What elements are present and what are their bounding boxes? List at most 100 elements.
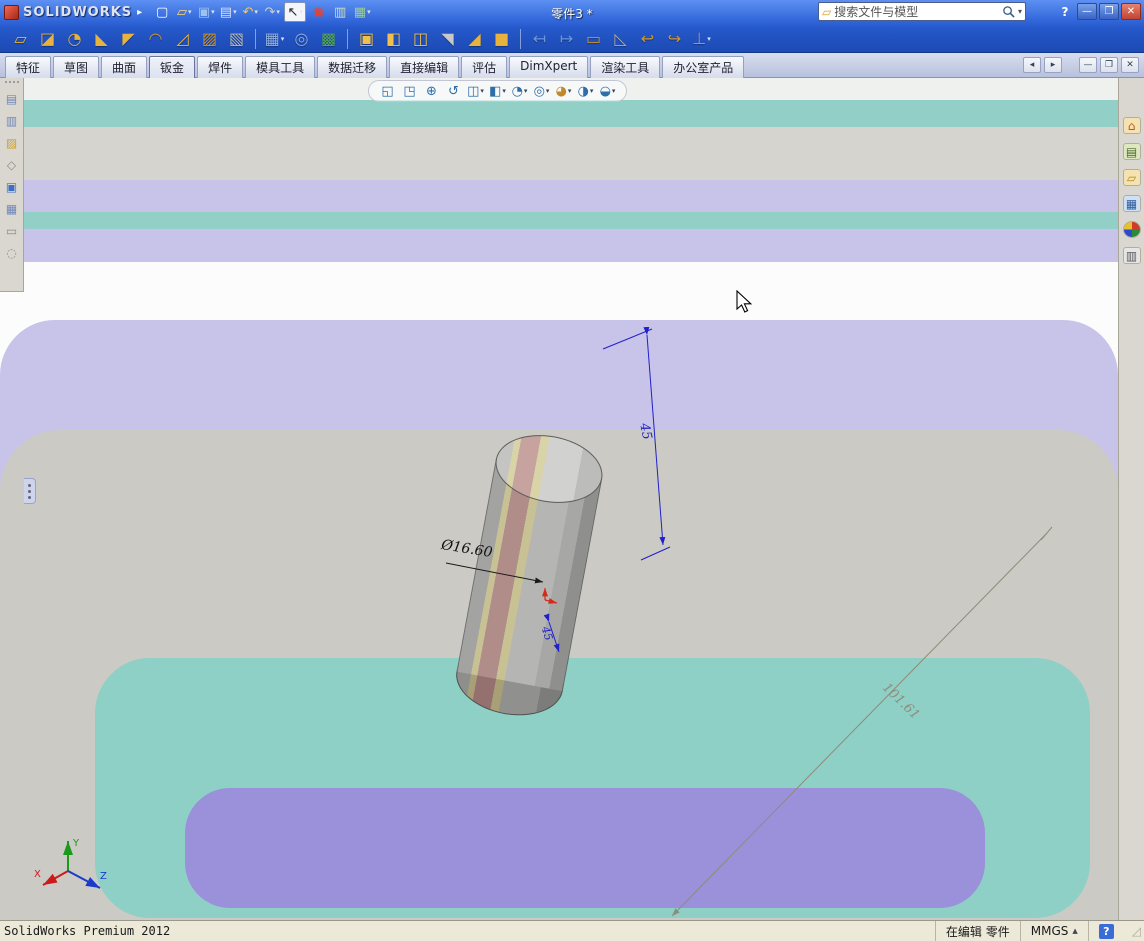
tab-特征[interactable]: 特征 — [5, 56, 52, 79]
display-style-dropdown[interactable]: ▾ — [524, 87, 528, 95]
print-dropdown[interactable]: ▾ — [233, 8, 237, 16]
forming-tool[interactable]: ▣ — [354, 27, 379, 52]
tab-数据迁移[interactable]: 数据迁移 — [317, 56, 388, 79]
document-close[interactable]: ✕ — [1121, 57, 1139, 73]
help-button[interactable]: ? — [1055, 3, 1075, 20]
document-restore[interactable]: ❐ — [1100, 57, 1118, 73]
file-explorer[interactable]: ▱ — [1120, 166, 1144, 189]
tab-直接编辑[interactable]: 直接编辑 — [389, 56, 460, 79]
rotate-view[interactable]: ↺ — [444, 82, 463, 101]
left-toolbar-tool-5[interactable]: ▣ — [2, 177, 22, 196]
tab-DimXpert[interactable]: DimXpert — [509, 56, 589, 79]
section-view-dropdown[interactable]: ▾ — [480, 87, 484, 95]
close-button[interactable]: ✕ — [1121, 3, 1141, 20]
left-toolbar-tool-6[interactable]: ▦ — [2, 199, 22, 218]
jog[interactable]: ◿ — [170, 27, 195, 52]
left-toolbar-tool-1[interactable]: ▤ — [2, 89, 22, 108]
file-properties[interactable]: ▥ — [330, 2, 350, 22]
save[interactable]: ▣ ▾ — [196, 2, 216, 22]
flatten[interactable]: ▭ — [581, 27, 606, 52]
table-dropdown[interactable]: ▾ — [367, 8, 371, 16]
zoom-to-fit[interactable]: ◱ — [378, 82, 397, 101]
solidworks-resources[interactable]: ⌂ — [1120, 114, 1144, 137]
rebuild[interactable]: ◉ — [308, 2, 328, 22]
closed-corner[interactable]: ■ — [489, 27, 514, 52]
hide-show-items-dropdown[interactable]: ▾ — [546, 87, 550, 95]
left-toolbar-tool-8[interactable]: ◌ — [2, 243, 22, 262]
view-orientation-dropdown[interactable]: ▾ — [502, 87, 506, 95]
pane-scroll-left[interactable]: ◂ — [1023, 57, 1041, 73]
tab-曲面[interactable]: 曲面 — [101, 56, 148, 79]
minimize-button[interactable]: — — [1077, 3, 1097, 20]
base-flange[interactable]: ▱ — [8, 27, 33, 52]
left-toolbar-tool-2[interactable]: ▥ — [2, 111, 22, 130]
convert-to-sheet-metal[interactable]: ◪ — [35, 27, 60, 52]
redo[interactable]: ↷ ▾ — [262, 2, 282, 22]
extruded-cut[interactable]: ▦ ▾ — [262, 27, 287, 52]
redo-dropdown[interactable]: ▾ — [276, 8, 280, 16]
fold[interactable]: ↦ — [554, 27, 579, 52]
edit-appearance[interactable]: ◕ ▾ — [554, 82, 573, 101]
zoom-to-area[interactable]: ◳ — [400, 82, 419, 101]
maximize-button[interactable]: ❐ — [1099, 3, 1119, 20]
appearances-scenes[interactable] — [1120, 218, 1144, 241]
hem[interactable]: ◠ — [143, 27, 168, 52]
miter-flange[interactable]: ◤ — [116, 27, 141, 52]
cross-break[interactable]: ▧ — [224, 27, 249, 52]
graphics-viewport[interactable]: ◱ ◳ ⊕ ↺ ◫ ▾ ◧ ▾ ◔ ▾ ◎ ▾ ◕ ▾ ◑ ▾ ◒ ▾ — [0, 78, 1118, 920]
select-tool-dropdown[interactable]: ▾ — [299, 8, 303, 16]
left-toolbar-tool-4[interactable]: ◇ — [2, 155, 22, 174]
apply-scene[interactable]: ◑ ▾ — [576, 82, 595, 101]
lofted-bend[interactable]: ◔ — [62, 27, 87, 52]
insert-bends[interactable]: ↩ — [635, 27, 660, 52]
status-help[interactable]: ? — [1087, 921, 1124, 941]
apply-scene-dropdown[interactable]: ▾ — [590, 87, 594, 95]
new-document[interactable]: ▢ — [152, 2, 172, 22]
edge-flange[interactable]: ◣ — [89, 27, 114, 52]
corner-relief[interactable]: ◫ — [408, 27, 433, 52]
tab-钣金[interactable]: 钣金 — [149, 56, 196, 79]
normal-cut[interactable]: ⊥ ▾ — [689, 27, 714, 52]
simple-hole[interactable]: ◎ — [289, 27, 314, 52]
normal-cut-dropdown[interactable]: ▾ — [707, 35, 711, 43]
featuremanager-splitter[interactable] — [24, 478, 36, 504]
toolbar-drag-handle[interactable] — [4, 81, 19, 85]
section-view[interactable]: ◫ ▾ — [466, 82, 485, 101]
brand-expand-icon[interactable]: ▸ — [137, 7, 142, 18]
document-minimize[interactable]: — — [1079, 57, 1097, 73]
edit-appearance-dropdown[interactable]: ▾ — [568, 87, 572, 95]
zoom-in-out[interactable]: ⊕ — [422, 82, 441, 101]
save-dropdown[interactable]: ▾ — [211, 8, 215, 16]
view-palette[interactable]: ▦ — [1120, 192, 1144, 215]
tab-渲染工具[interactable]: 渲染工具 — [590, 56, 661, 79]
welded-corner[interactable]: ◥ — [435, 27, 460, 52]
view-orientation[interactable]: ◧ ▾ — [488, 82, 507, 101]
table[interactable]: ▦ ▾ — [352, 2, 372, 22]
search-dropdown[interactable]: ▾ — [1018, 7, 1022, 16]
extruded-cut-dropdown[interactable]: ▾ — [281, 35, 285, 43]
gusset[interactable]: ◧ — [381, 27, 406, 52]
left-toolbar-tool-7[interactable]: ▭ — [2, 221, 22, 240]
break-corner[interactable]: ◢ — [462, 27, 487, 52]
tab-模具工具[interactable]: 模具工具 — [245, 56, 316, 79]
search-input[interactable] — [834, 4, 999, 19]
design-library[interactable]: ▤ — [1120, 140, 1144, 163]
pane-scroll-right[interactable]: ▸ — [1044, 57, 1062, 73]
sketched-bend[interactable]: ▨ — [197, 27, 222, 52]
open-document[interactable]: ▱ ▾ — [174, 2, 194, 22]
height-dimension[interactable]: 45 — [636, 422, 654, 441]
open-document-dropdown[interactable]: ▾ — [188, 8, 192, 16]
unfold[interactable]: ↤ — [527, 27, 552, 52]
print[interactable]: ▤ ▾ — [218, 2, 238, 22]
undo-dropdown[interactable]: ▾ — [254, 8, 258, 16]
custom-properties[interactable]: ▥ — [1120, 244, 1144, 267]
hide-show-items[interactable]: ◎ ▾ — [532, 82, 551, 101]
left-toolbar-tool-3[interactable]: ▨ — [2, 133, 22, 152]
search-box[interactable]: ▱ ▾ — [818, 2, 1026, 21]
tab-办公室产品[interactable]: 办公室产品 — [662, 56, 745, 79]
no-bends[interactable]: ↪ — [662, 27, 687, 52]
view-settings-dropdown[interactable]: ▾ — [612, 87, 616, 95]
search-magnifier-icon[interactable] — [1002, 5, 1015, 18]
select-tool[interactable]: ↖ ▾ — [284, 2, 307, 22]
vent[interactable]: ▩ — [316, 27, 341, 52]
